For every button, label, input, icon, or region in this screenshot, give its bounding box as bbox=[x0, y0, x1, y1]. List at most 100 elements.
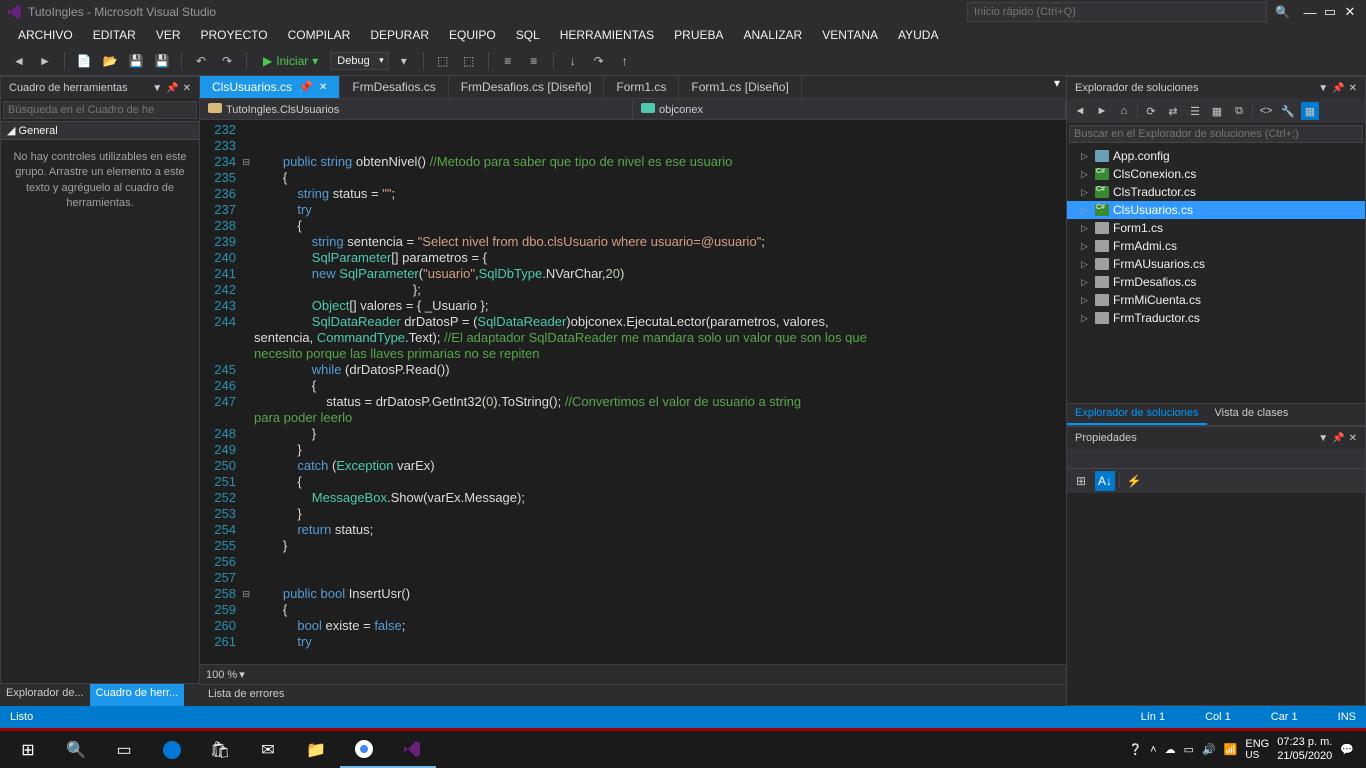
tab-explorer[interactable]: Explorador de... bbox=[0, 684, 90, 706]
close-props-icon[interactable]: ✕ bbox=[1349, 433, 1357, 444]
pin-icon[interactable]: 📌 bbox=[298, 80, 313, 94]
alphabetical-icon[interactable]: A↓ bbox=[1095, 471, 1115, 491]
comment-icon[interactable]: ≡ bbox=[497, 50, 519, 72]
search-icon[interactable]: 🔍 bbox=[1275, 5, 1290, 19]
menu-archivo[interactable]: ARCHIVO bbox=[8, 26, 83, 44]
chrome-icon[interactable] bbox=[340, 732, 388, 768]
sol-home-icon[interactable]: ⌂ bbox=[1115, 102, 1133, 120]
sol-properties-icon[interactable]: ☰ bbox=[1186, 102, 1204, 120]
step-out-icon[interactable]: ↑ bbox=[614, 50, 636, 72]
wifi-icon[interactable]: 📶 bbox=[1224, 743, 1238, 756]
store-icon[interactable]: 🛍 bbox=[196, 732, 244, 768]
error-list-tab[interactable]: Lista de errores bbox=[200, 684, 1066, 706]
close-panel-icon[interactable]: ✕ bbox=[183, 83, 191, 94]
uncomment-icon[interactable]: ≡ bbox=[523, 50, 545, 72]
toolbox-search-input[interactable] bbox=[3, 101, 197, 119]
properties-object-dropdown[interactable] bbox=[1067, 449, 1365, 469]
code-area[interactable]: public string obtenNivel() //Metodo para… bbox=[254, 120, 1066, 664]
search-taskbar-icon[interactable]: 🔍 bbox=[52, 732, 100, 768]
pin2-icon[interactable]: 📌 bbox=[166, 83, 178, 94]
start-button[interactable]: ▶ Iniciar ▾ bbox=[255, 54, 326, 68]
close-tab-icon[interactable]: ✕ bbox=[319, 82, 327, 93]
pin-icon[interactable]: ▼ bbox=[152, 83, 162, 94]
pin-icon[interactable]: ▼ bbox=[1318, 83, 1328, 94]
doc-tab[interactable]: ClsUsuarios.cs 📌 ✕ bbox=[200, 76, 340, 98]
code-editor[interactable]: 232233234⊟235236237238239240241242243244… bbox=[200, 120, 1066, 664]
system-tray[interactable]: ❔ ˄ ☁ ▭ 🔊 📶 ENGUS 07:23 p. m. 21/05/2020… bbox=[1120, 736, 1362, 762]
solution-item[interactable]: ▷ClsConexion.cs bbox=[1067, 165, 1365, 183]
sol-collapse-icon[interactable]: ⧉ bbox=[1230, 102, 1248, 120]
tab-toolbox[interactable]: Cuadro de herr... bbox=[90, 684, 185, 706]
lang-indicator[interactable]: ENGUS bbox=[1245, 738, 1269, 761]
menu-analizar[interactable]: ANALIZAR bbox=[734, 26, 813, 44]
doc-tab[interactable]: FrmDesafios.cs [Diseño] bbox=[449, 76, 605, 98]
forward-icon[interactable]: ► bbox=[34, 50, 56, 72]
new-project-icon[interactable]: 📄 bbox=[73, 50, 95, 72]
back-icon[interactable]: ◄ bbox=[8, 50, 30, 72]
onedrive-icon[interactable]: ☁ bbox=[1165, 743, 1176, 756]
solution-item[interactable]: ▷FrmMiCuenta.cs bbox=[1067, 291, 1365, 309]
sol-fwd-icon[interactable]: ► bbox=[1093, 102, 1111, 120]
toolbox-group[interactable]: ◢ General bbox=[1, 121, 199, 140]
categorized-icon[interactable]: ⊞ bbox=[1071, 471, 1091, 491]
help-tray-icon[interactable]: ❔ bbox=[1128, 743, 1142, 756]
menu-sql[interactable]: SQL bbox=[506, 26, 550, 44]
solution-item[interactable]: ▷FrmAUsuarios.cs bbox=[1067, 255, 1365, 273]
volume-icon[interactable]: 🔊 bbox=[1202, 743, 1216, 756]
solution-search-input[interactable] bbox=[1069, 125, 1363, 143]
sol-refresh-icon[interactable]: ⟳ bbox=[1142, 102, 1160, 120]
maximize-button[interactable]: ▭ bbox=[1320, 4, 1340, 20]
pin-icon[interactable]: ▼ bbox=[1318, 433, 1328, 444]
tool-icon-2[interactable]: ⬚ bbox=[458, 50, 480, 72]
quick-launch-input[interactable] bbox=[967, 2, 1267, 22]
tool-icon-1[interactable]: ⬚ bbox=[432, 50, 454, 72]
mail-icon[interactable]: ✉ bbox=[244, 732, 292, 768]
undo-icon[interactable]: ↶ bbox=[190, 50, 212, 72]
nav-member-dropdown[interactable]: objconex bbox=[633, 101, 1066, 118]
nav-class-dropdown[interactable]: TutoIngles.ClsUsuarios bbox=[200, 101, 633, 118]
tabs-dropdown-icon[interactable]: ▾ bbox=[1048, 76, 1066, 98]
doc-tab[interactable]: Form1.cs [Diseño] bbox=[679, 76, 801, 98]
minimize-button[interactable]: — bbox=[1300, 5, 1320, 20]
close-button[interactable]: ✕ bbox=[1340, 4, 1360, 20]
sol-code-icon[interactable]: <> bbox=[1257, 102, 1275, 120]
save-all-icon[interactable]: 💾 bbox=[151, 50, 173, 72]
solution-tree[interactable]: ▷App.config▷ClsConexion.cs▷ClsTraductor.… bbox=[1067, 145, 1365, 403]
start-menu-icon[interactable]: ⊞ bbox=[4, 732, 52, 768]
menu-compilar[interactable]: COMPILAR bbox=[278, 26, 361, 44]
open-icon[interactable]: 📂 bbox=[99, 50, 121, 72]
clock[interactable]: 07:23 p. m. 21/05/2020 bbox=[1277, 736, 1332, 762]
close-sol-icon[interactable]: ✕ bbox=[1349, 83, 1357, 94]
pin4-icon[interactable]: 📌 bbox=[1332, 433, 1344, 444]
save-icon[interactable]: 💾 bbox=[125, 50, 147, 72]
edge-icon[interactable] bbox=[148, 732, 196, 768]
menu-ver[interactable]: VER bbox=[146, 26, 191, 44]
solution-item[interactable]: ▷Form1.cs bbox=[1067, 219, 1365, 237]
events-icon[interactable]: ⚡ bbox=[1124, 471, 1144, 491]
solution-item[interactable]: ▷ClsTraductor.cs bbox=[1067, 183, 1365, 201]
browser-icon[interactable]: ▾ bbox=[393, 50, 415, 72]
menu-equipo[interactable]: EQUIPO bbox=[439, 26, 506, 44]
doc-tab[interactable]: Form1.cs bbox=[604, 76, 679, 98]
up-tray-icon[interactable]: ˄ bbox=[1150, 744, 1156, 756]
pin3-icon[interactable]: 📌 bbox=[1332, 83, 1344, 94]
solution-item[interactable]: ▷FrmAdmi.cs bbox=[1067, 237, 1365, 255]
menu-prueba[interactable]: PRUEBA bbox=[664, 26, 733, 44]
tab-class-view[interactable]: Vista de clases bbox=[1207, 404, 1297, 425]
sol-sync-icon[interactable]: ⇄ bbox=[1164, 102, 1182, 120]
config-dropdown[interactable]: Debug bbox=[330, 52, 388, 70]
doc-tab[interactable]: FrmDesafios.cs bbox=[340, 76, 448, 98]
redo-icon[interactable]: ↷ bbox=[216, 50, 238, 72]
notifications-icon[interactable]: 💬 bbox=[1340, 743, 1354, 756]
sol-back-icon[interactable]: ◄ bbox=[1071, 102, 1089, 120]
menu-ventana[interactable]: VENTANA bbox=[812, 26, 888, 44]
battery-icon[interactable]: ▭ bbox=[1184, 743, 1194, 756]
menu-herramientas[interactable]: HERRAMIENTAS bbox=[550, 26, 664, 44]
sol-showall-icon[interactable]: ▦ bbox=[1208, 102, 1226, 120]
vs-taskbar-icon[interactable] bbox=[388, 732, 436, 768]
menu-ayuda[interactable]: AYUDA bbox=[888, 26, 948, 44]
step-icon[interactable]: ↓ bbox=[562, 50, 584, 72]
menu-proyecto[interactable]: PROYECTO bbox=[191, 26, 278, 44]
menu-depurar[interactable]: DEPURAR bbox=[360, 26, 439, 44]
taskview-icon[interactable]: ▭ bbox=[100, 732, 148, 768]
